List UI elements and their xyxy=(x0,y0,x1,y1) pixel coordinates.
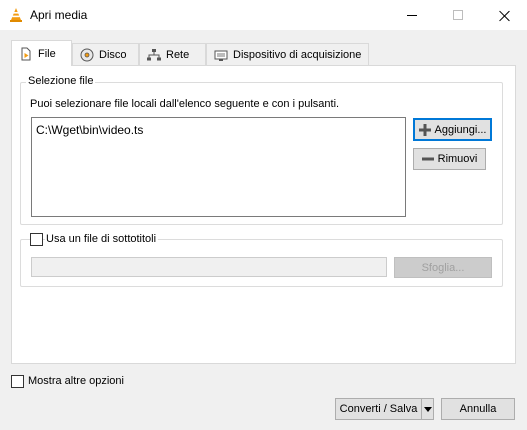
tab-network-label: Rete xyxy=(166,48,190,61)
subtitle-path-field xyxy=(31,257,387,277)
maximize-button[interactable] xyxy=(435,0,481,30)
file-icon xyxy=(21,47,31,60)
tab-network[interactable]: Rete xyxy=(139,43,206,65)
minimize-icon xyxy=(407,14,417,16)
convert-save-button[interactable]: Converti / Salva xyxy=(335,398,422,420)
browse-button: Sfoglia... xyxy=(394,257,492,278)
more-options-label[interactable]: Mostra altre opzioni xyxy=(28,375,124,387)
maximize-icon xyxy=(453,10,463,20)
add-button-label: Aggiungi... xyxy=(434,123,487,136)
minimize-button[interactable] xyxy=(389,0,435,30)
capture-device-icon xyxy=(214,50,228,61)
remove-button-label: Rimuovi xyxy=(437,153,478,165)
convert-save-dropdown[interactable] xyxy=(421,398,434,420)
title-bar: Apri media xyxy=(0,0,527,30)
close-button[interactable] xyxy=(481,0,527,30)
tab-capture-device-label: Dispositivo di acquisizione xyxy=(233,48,362,61)
add-button[interactable]: Aggiungi... xyxy=(413,118,492,141)
network-icon xyxy=(147,48,161,60)
plus-icon xyxy=(418,123,431,136)
chevron-down-icon xyxy=(423,406,432,412)
more-options-checkbox[interactable] xyxy=(11,375,24,388)
tab-disc[interactable]: Disco xyxy=(72,43,139,65)
file-selection-description: Puoi selezionare file locali dall'elenco… xyxy=(30,98,340,110)
close-icon xyxy=(499,10,510,21)
subtitle-checkbox-label[interactable]: Usa un file di sottotitoli xyxy=(45,233,159,245)
tab-disc-label: Disco xyxy=(99,48,127,61)
list-item[interactable]: C:\Wget\bin\video.ts xyxy=(36,123,143,137)
minus-icon xyxy=(421,157,434,161)
tab-file[interactable]: File xyxy=(11,40,72,66)
file-selection-group-title: Selezione file xyxy=(26,75,96,87)
window-title: Apri media xyxy=(30,8,88,22)
subtitle-checkbox[interactable] xyxy=(30,233,43,246)
disc-icon xyxy=(80,48,94,61)
cancel-button[interactable]: Annulla xyxy=(441,398,515,420)
file-list[interactable]: C:\Wget\bin\video.ts xyxy=(31,117,406,217)
tab-file-label: File xyxy=(38,47,56,60)
cancel-button-label: Annulla xyxy=(459,403,497,415)
remove-button[interactable]: Rimuovi xyxy=(413,148,486,170)
vlc-cone-icon xyxy=(10,8,22,22)
tab-capture-device[interactable]: Dispositivo di acquisizione xyxy=(206,43,369,65)
convert-save-label: Converti / Salva xyxy=(339,403,418,415)
browse-button-label: Sfoglia... xyxy=(421,261,465,274)
